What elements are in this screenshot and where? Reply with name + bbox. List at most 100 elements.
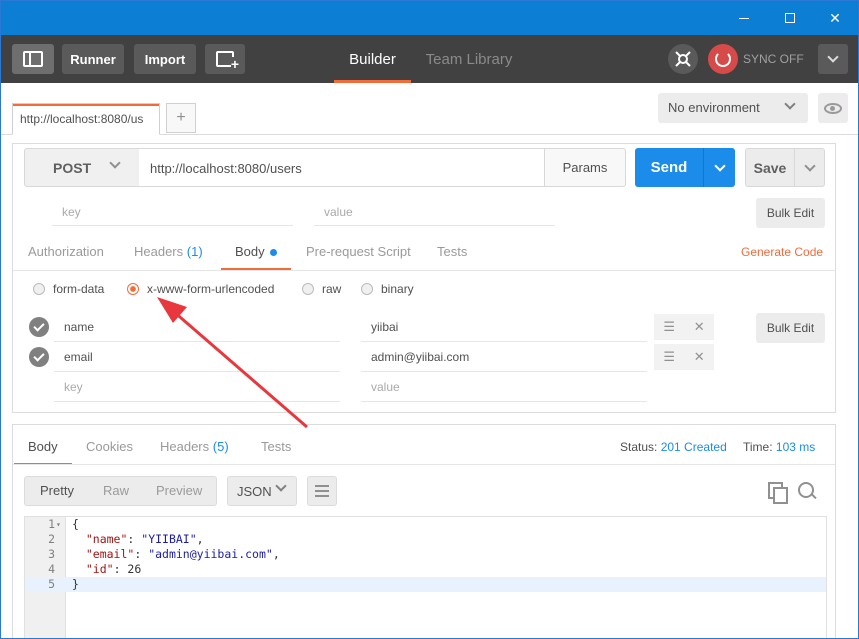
json-number: 26 xyxy=(127,562,142,576)
body-row: name yiibai ☰ ✕ xyxy=(24,312,716,342)
response-time: Time: 103 ms xyxy=(743,435,815,459)
send-button[interactable]: Send xyxy=(635,148,703,187)
new-window-icon: + xyxy=(216,51,239,71)
response-tab-cookies[interactable]: Cookies xyxy=(86,435,133,465)
sidebar-toggle-button[interactable] xyxy=(12,44,54,74)
language-label: JSON xyxy=(237,484,272,499)
chevron-down-icon xyxy=(275,480,287,492)
language-select[interactable]: JSON xyxy=(227,476,297,506)
body-mode-urlencoded[interactable]: x-www-form-urlencoded xyxy=(127,281,274,297)
body-key-input[interactable]: name xyxy=(54,312,340,342)
import-button[interactable]: Import xyxy=(134,44,196,74)
tab-pre-request-script[interactable]: Pre-request Script xyxy=(306,238,411,270)
url-param-key-input[interactable]: key xyxy=(52,198,293,226)
body-mode-binary[interactable]: binary xyxy=(361,281,414,297)
environment-label: No environment xyxy=(668,100,760,115)
response-tab-tests[interactable]: Tests xyxy=(261,435,291,465)
request-tab[interactable]: http://localhost:8080/us xyxy=(12,103,160,135)
code-text: "id": 26 xyxy=(72,562,141,577)
radio-label: x-www-form-urlencoded xyxy=(147,282,275,296)
body-new-key-input[interactable]: key xyxy=(54,372,340,402)
time-value: 103 ms xyxy=(775,440,816,454)
format-pretty-button[interactable]: Pretty xyxy=(40,477,74,505)
copy-icon[interactable] xyxy=(768,482,788,504)
url-params-bulk-edit-button[interactable]: Bulk Edit xyxy=(756,198,825,228)
url-param-value-input[interactable]: value xyxy=(314,198,555,226)
row-enabled-checkbox[interactable] xyxy=(29,317,49,337)
params-button[interactable]: Params xyxy=(544,148,626,187)
json-string: "admin@yiibai.com" xyxy=(148,547,273,561)
fold-arrow-icon[interactable]: ▾ xyxy=(56,517,61,532)
response-tab-headers[interactable]: Headers (5) xyxy=(160,435,229,465)
eye-icon xyxy=(824,102,842,114)
format-raw-button[interactable]: Raw xyxy=(103,477,129,505)
body-mode-raw[interactable]: raw xyxy=(302,281,341,297)
response-panel: Body Cookies Headers (5) Tests Status: 2… xyxy=(12,424,836,638)
request-tab-strip: http://localhost:8080/us + No environmen… xyxy=(1,83,858,135)
radio-checked-icon xyxy=(127,283,139,295)
url-input[interactable]: http://localhost:8080/users xyxy=(139,148,545,187)
tab-body-label: Body xyxy=(235,244,265,259)
chevron-down-icon xyxy=(784,98,796,110)
send-options-button[interactable] xyxy=(703,148,735,187)
tab-authorization[interactable]: Authorization xyxy=(28,238,104,270)
close-button[interactable]: ✕ xyxy=(812,1,858,35)
generate-code-link[interactable]: Generate Code xyxy=(741,238,823,270)
code-text: { xyxy=(72,517,79,531)
runner-button[interactable]: Runner xyxy=(62,44,124,74)
body-mode-form-data[interactable]: form-data xyxy=(33,281,104,297)
body-value-input[interactable]: admin@yiibai.com xyxy=(361,342,647,372)
body-row-new: key value xyxy=(24,372,716,402)
status-value: 201 Created xyxy=(660,440,727,454)
sync-status: SYNC OFF xyxy=(743,52,804,66)
tab-body[interactable]: Body xyxy=(221,238,291,270)
body-value-input[interactable]: yiibai xyxy=(361,312,647,342)
row-actions: ☰ ✕ xyxy=(654,344,714,370)
drag-handle-icon[interactable]: ☰ xyxy=(663,319,675,335)
tab-tests[interactable]: Tests xyxy=(437,238,467,270)
search-icon[interactable] xyxy=(798,482,816,500)
code-line: 3 "email": "admin@yiibai.com", xyxy=(25,547,826,562)
json-sep: : xyxy=(113,562,128,576)
response-code-editor[interactable]: 1 ▾ { 2 "name": "YIIBAI", 3 "email": "ad… xyxy=(24,516,827,638)
tab-team-library[interactable]: Team Library xyxy=(423,35,515,83)
drag-handle-icon[interactable]: ☰ xyxy=(663,349,675,365)
request-panel: POST http://localhost:8080/users Params … xyxy=(12,143,836,413)
response-tab-body[interactable]: Body xyxy=(14,435,72,465)
chevron-down-icon xyxy=(803,159,816,172)
body-new-value-input[interactable]: value xyxy=(361,372,647,402)
json-tail: , xyxy=(272,547,280,561)
new-window-button[interactable]: + xyxy=(205,44,245,74)
format-preview-button[interactable]: Preview xyxy=(156,477,202,505)
chevron-down-icon xyxy=(827,51,839,63)
code-line: 2 "name": "YIIBAI", xyxy=(25,532,826,547)
delete-row-icon[interactable]: ✕ xyxy=(694,319,705,335)
tab-headers-label: Headers xyxy=(134,244,184,259)
radio-icon xyxy=(33,283,45,295)
environment-quick-look-button[interactable] xyxy=(818,93,848,123)
code-line-active: 5 } xyxy=(25,577,826,592)
save-button[interactable]: Save xyxy=(745,148,795,187)
delete-row-icon[interactable]: ✕ xyxy=(694,349,705,365)
maximize-button[interactable] xyxy=(767,1,813,35)
code-line: 4 "id": 26 xyxy=(25,562,826,577)
body-key-input[interactable]: email xyxy=(54,342,340,372)
save-options-button[interactable] xyxy=(795,148,825,187)
tab-builder[interactable]: Builder xyxy=(334,35,411,83)
tab-headers[interactable]: Headers (1) xyxy=(134,238,203,270)
row-enabled-checkbox[interactable] xyxy=(29,347,49,367)
method-select[interactable]: POST xyxy=(24,148,140,187)
response-tab-headers-label: Headers xyxy=(160,439,210,454)
add-tab-button[interactable]: + xyxy=(166,103,196,133)
row-actions: ☰ ✕ xyxy=(654,314,714,340)
user-menu-button[interactable] xyxy=(818,44,848,74)
code-text: "name": "YIIBAI", xyxy=(72,532,204,547)
response-status: Status: 201 Created xyxy=(620,435,727,459)
sync-button[interactable] xyxy=(708,44,738,74)
environment-select[interactable]: No environment xyxy=(658,93,808,123)
wrap-lines-button[interactable] xyxy=(307,476,337,506)
interceptor-button[interactable] xyxy=(668,44,698,74)
time-label: Time: xyxy=(743,440,773,454)
body-bulk-edit-button[interactable]: Bulk Edit xyxy=(756,313,825,343)
minimize-button[interactable] xyxy=(721,1,767,35)
